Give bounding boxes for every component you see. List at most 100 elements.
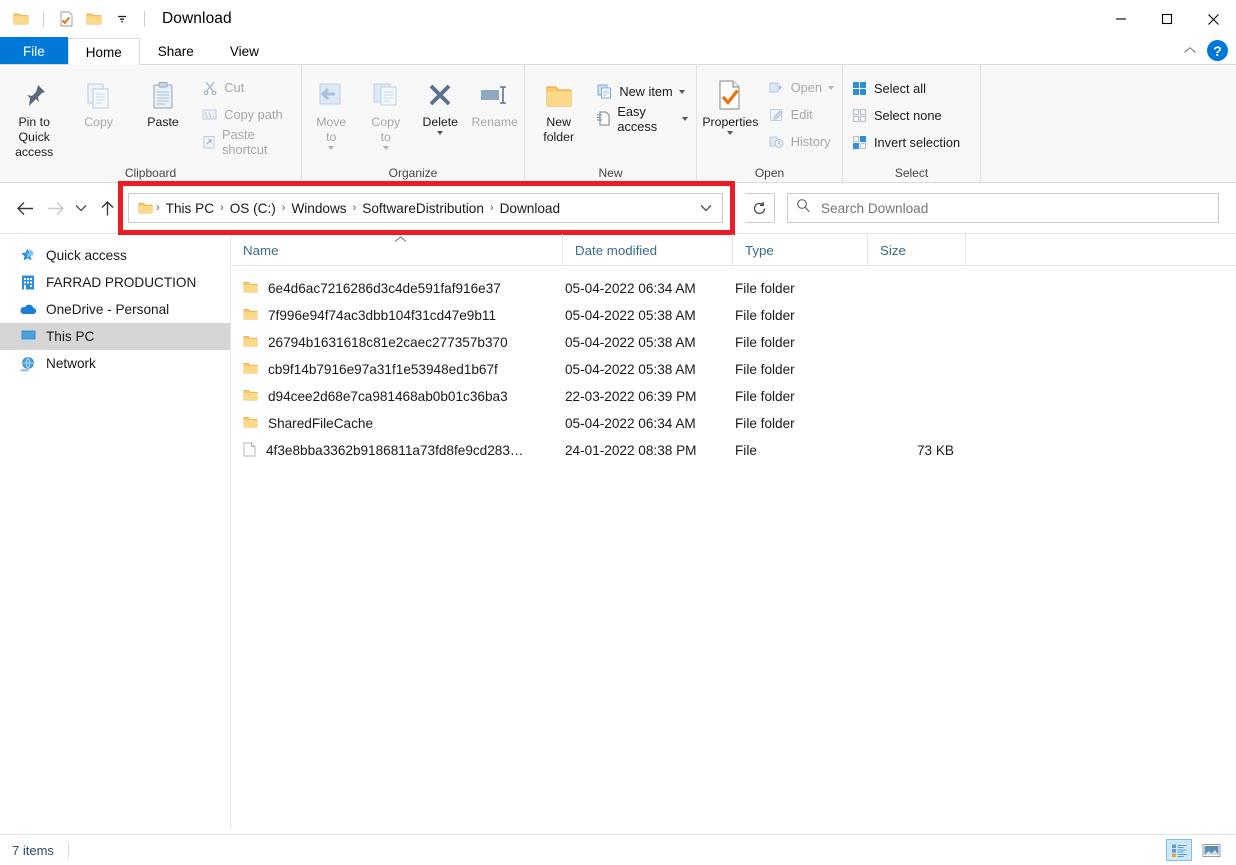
breadcrumb-download[interactable]: Download bbox=[495, 201, 565, 216]
tab-file[interactable]: File bbox=[0, 37, 68, 64]
copy-to-button[interactable]: Copy to bbox=[359, 72, 414, 153]
file-name: d94cee2d68e7ca981468ab0b01c36ba3 bbox=[268, 389, 508, 404]
copy-button[interactable]: Copy bbox=[66, 72, 130, 133]
select-all-button[interactable]: Select all bbox=[845, 75, 966, 102]
paste-button[interactable]: Paste bbox=[131, 72, 195, 133]
details-view-button[interactable] bbox=[1166, 839, 1192, 861]
new-folder-icon[interactable] bbox=[83, 8, 105, 30]
rename-button[interactable]: Rename bbox=[468, 72, 523, 133]
properties-caret[interactable] bbox=[727, 131, 734, 135]
address-dropdown-icon[interactable] bbox=[694, 204, 718, 212]
sidebar-item-farrad-production[interactable]: FARRAD PRODUCTION bbox=[0, 269, 230, 296]
sidebar-item-this-pc[interactable]: This PC bbox=[0, 323, 230, 350]
copy-to-caret[interactable] bbox=[382, 146, 389, 150]
cut-button[interactable]: Cut bbox=[195, 74, 299, 101]
delete-caret[interactable] bbox=[437, 131, 444, 135]
column-header-size[interactable]: Size bbox=[868, 234, 966, 266]
status-bar: 7 items bbox=[0, 834, 1236, 865]
file-explorer-window: Download File Home Share View ? Pin to Q… bbox=[0, 0, 1236, 865]
view-toggle-group bbox=[1166, 839, 1224, 861]
ribbon: Pin to Quick access Copy Paste Cut \\. C… bbox=[0, 65, 1236, 183]
delete-label: Delete bbox=[422, 115, 459, 129]
folder-icon bbox=[243, 308, 258, 324]
delete-button[interactable]: Delete bbox=[413, 72, 468, 138]
table-row[interactable]: 7f996e94f74ac3dbb104f31cd47e9b11 05-04-2… bbox=[231, 302, 1236, 329]
table-row[interactable]: cb9f14b7916e97a31f1e53948ed1b67f 05-04-2… bbox=[231, 356, 1236, 383]
easy-access-caret[interactable] bbox=[682, 116, 688, 121]
select-none-button[interactable]: Select none bbox=[845, 102, 966, 129]
paste-shortcut-button[interactable]: Paste shortcut bbox=[195, 127, 299, 157]
select-none-label: Select none bbox=[874, 108, 942, 123]
new-folder-button[interactable]: New folder bbox=[527, 72, 590, 148]
folder-icon[interactable] bbox=[10, 8, 32, 30]
invert-selection-button[interactable]: Invert selection bbox=[845, 129, 966, 156]
tab-share[interactable]: Share bbox=[140, 37, 212, 64]
open-label: Open bbox=[790, 80, 822, 95]
column-headers: Name Date modified Type Size bbox=[231, 234, 1236, 266]
minimize-button[interactable] bbox=[1098, 0, 1144, 38]
copy-label: Copy bbox=[84, 115, 113, 129]
breadcrumb-softwaredistribution[interactable]: SoftwareDistribution bbox=[357, 201, 489, 216]
move-to-caret[interactable] bbox=[328, 146, 335, 150]
table-row[interactable]: d94cee2d68e7ca981468ab0b01c36ba3 22-03-2… bbox=[231, 383, 1236, 410]
large-icons-view-button[interactable] bbox=[1198, 839, 1224, 861]
table-row[interactable]: 4f3e8bba3362b9186811a73fd8fe9cd283… 24-0… bbox=[231, 437, 1236, 464]
pin-to-quick-access-button[interactable]: Pin to Quick access bbox=[2, 72, 66, 163]
address-bar[interactable]: › This PC › OS (C:) › Windows › Software… bbox=[128, 193, 723, 223]
properties-icon bbox=[716, 75, 744, 111]
refresh-button[interactable] bbox=[745, 193, 775, 223]
column-header-date-modified[interactable]: Date modified bbox=[563, 234, 733, 266]
new-folder-icon bbox=[544, 75, 574, 111]
table-row[interactable]: SharedFileCache 05-04-2022 06:34 AM File… bbox=[231, 410, 1236, 437]
new-folder-label: New folder bbox=[543, 115, 575, 144]
maximize-button[interactable] bbox=[1144, 0, 1190, 38]
copy-path-button[interactable]: \\.. Copy path bbox=[195, 101, 299, 128]
new-item-button[interactable]: New item bbox=[590, 78, 694, 105]
history-button[interactable]: History bbox=[762, 128, 840, 155]
sort-indicator-icon bbox=[394, 235, 407, 246]
sidebar-item-quick-access[interactable]: Quick access bbox=[0, 242, 230, 269]
file-name: 6e4d6ac7216286d3c4de591faf916e37 bbox=[268, 281, 501, 296]
breadcrumb-os-c[interactable]: OS (C:) bbox=[225, 201, 281, 216]
edit-button[interactable]: Edit bbox=[762, 101, 840, 128]
easy-access-button[interactable]: Easy access bbox=[590, 104, 694, 134]
move-to-label: Move to bbox=[316, 115, 347, 144]
paste-icon bbox=[148, 75, 178, 111]
forward-button[interactable] bbox=[40, 193, 70, 223]
table-row[interactable]: 26794b1631618c81e2caec277357b370 05-04-2… bbox=[231, 329, 1236, 356]
organization-icon bbox=[18, 273, 37, 292]
new-item-caret[interactable] bbox=[678, 89, 685, 94]
recent-locations-button[interactable] bbox=[70, 193, 92, 223]
column-header-type[interactable]: Type bbox=[733, 234, 868, 266]
search-input[interactable]: Search Download bbox=[821, 201, 928, 216]
collapse-ribbon-icon[interactable] bbox=[1183, 42, 1197, 60]
properties-icon[interactable] bbox=[55, 8, 77, 30]
file-name-cell: SharedFileCache bbox=[231, 416, 563, 432]
breadcrumb-this-pc[interactable]: This PC bbox=[161, 201, 219, 216]
open-button[interactable]: Open bbox=[762, 74, 840, 101]
tab-home[interactable]: Home bbox=[67, 38, 140, 65]
history-icon bbox=[768, 133, 785, 150]
sidebar-item-onedrive[interactable]: OneDrive - Personal bbox=[0, 296, 230, 323]
properties-button[interactable]: Properties bbox=[699, 72, 762, 138]
back-button[interactable] bbox=[10, 193, 40, 223]
move-to-button[interactable]: Move to bbox=[304, 72, 359, 153]
up-button[interactable] bbox=[92, 193, 122, 223]
item-count: 7 items bbox=[12, 842, 54, 858]
help-icon[interactable]: ? bbox=[1207, 40, 1228, 61]
file-name-cell: 26794b1631618c81e2caec277357b370 bbox=[231, 335, 563, 351]
copy-path-label: Copy path bbox=[224, 107, 283, 122]
table-row[interactable]: 6e4d6ac7216286d3c4de591faf916e37 05-04-2… bbox=[231, 275, 1236, 302]
ribbon-tabs: File Home Share View ? bbox=[0, 37, 1236, 65]
select-none-icon bbox=[851, 107, 868, 124]
open-caret[interactable] bbox=[828, 85, 834, 90]
breadcrumb-windows[interactable]: Windows bbox=[286, 201, 351, 216]
navigation-bar: › This PC › OS (C:) › Windows › Software… bbox=[0, 181, 1236, 235]
close-button[interactable] bbox=[1190, 0, 1236, 38]
tab-view[interactable]: View bbox=[212, 37, 277, 64]
onedrive-cloud-icon bbox=[18, 300, 37, 319]
customize-qat-icon[interactable] bbox=[111, 8, 133, 30]
sidebar-item-network[interactable]: Network bbox=[0, 350, 230, 377]
sidebar-label: FARRAD PRODUCTION bbox=[46, 275, 197, 290]
search-box[interactable]: Search Download bbox=[787, 193, 1219, 223]
